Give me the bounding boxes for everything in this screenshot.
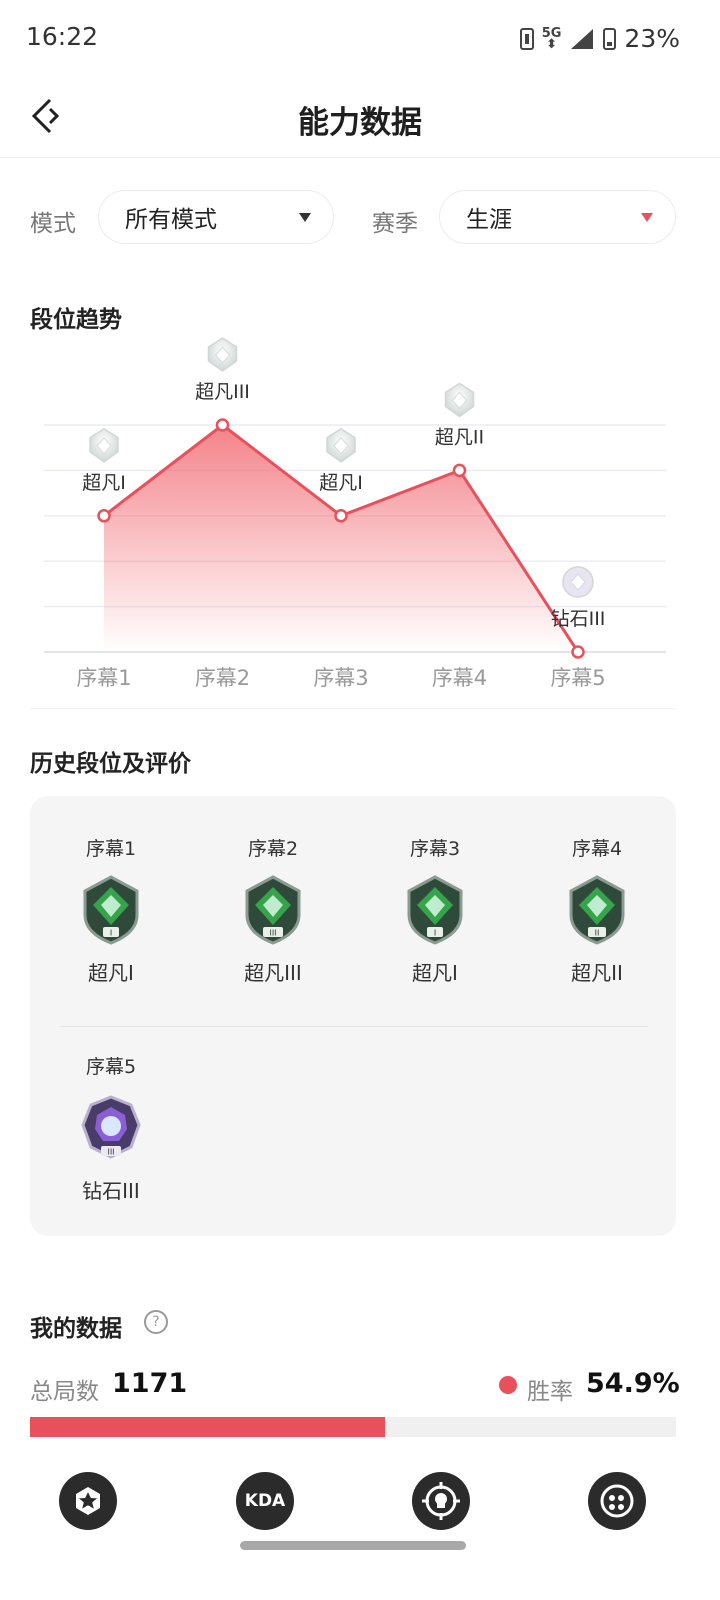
winrate-progress xyxy=(30,1417,676,1437)
circle-dots-icon xyxy=(600,1484,634,1518)
emblem-tier: I xyxy=(434,929,436,938)
sim-icon xyxy=(519,27,534,50)
history-item: 序幕4 II 超凡II xyxy=(542,834,652,986)
rank-badge-icon xyxy=(89,427,119,463)
card-divider xyxy=(60,1026,648,1027)
mode-value: 所有模式 xyxy=(125,207,217,233)
signal-icon xyxy=(571,28,594,49)
status-icons: 5G ⬍ 23% xyxy=(519,24,680,53)
season-value: 生涯 xyxy=(466,207,512,233)
emblem-tier: III xyxy=(269,929,276,938)
x-tick-label: 序幕1 xyxy=(76,666,131,690)
emblem-tier: II xyxy=(595,929,600,938)
total-games-value: 1171 xyxy=(112,1368,188,1399)
history-rank: 超凡I xyxy=(88,961,134,985)
history-item: 序幕1 I 超凡I xyxy=(56,834,166,986)
x-tick-label: 序幕5 xyxy=(550,666,605,690)
emblem-tier: III xyxy=(107,1148,114,1157)
home-indicator[interactable] xyxy=(240,1541,466,1550)
rank-label: 超凡I xyxy=(82,472,126,494)
rank-emblem-icon: III xyxy=(245,875,301,945)
x-tick-label: 序幕3 xyxy=(313,666,368,690)
season-select[interactable]: 生涯 xyxy=(439,190,676,244)
history-rank: 超凡I xyxy=(412,961,458,985)
history-season: 序幕1 xyxy=(85,838,137,860)
rank-badge-icon xyxy=(444,382,475,418)
target-skull-icon xyxy=(422,1482,460,1520)
network-icon: 5G ⬍ xyxy=(541,25,562,52)
history-rank: 超凡II xyxy=(571,961,623,985)
history-item: 序幕5 III 钻石III xyxy=(56,1052,166,1204)
help-icon[interactable]: ? xyxy=(144,1310,168,1334)
target-skull-nav-icon[interactable] xyxy=(412,1472,470,1530)
rank-emblem-icon: III xyxy=(81,1095,141,1159)
rank-badge-icon xyxy=(562,566,594,598)
rank-emblem-icon: I xyxy=(407,875,463,945)
x-tick-label: 序幕4 xyxy=(432,666,487,690)
winrate-value: 54.9% xyxy=(586,1368,680,1399)
trend-point xyxy=(571,645,585,659)
x-tick-label: 序幕2 xyxy=(195,666,250,690)
rank-trend-chart: 超凡I 超凡III 超凡I 超凡II 钻石III 序幕1 序幕2 序幕3 序幕4 序幕5 xyxy=(44,337,666,690)
header-divider xyxy=(0,157,720,158)
circle-dots-nav-icon[interactable] xyxy=(588,1472,646,1530)
trend-point xyxy=(97,509,111,523)
trend-point xyxy=(452,463,467,478)
history-rank: 钻石III xyxy=(82,1179,140,1203)
history-item: 序幕3 I 超凡I xyxy=(380,834,490,986)
status-time: 16:22 xyxy=(26,22,99,51)
rank-emblem-icon: II xyxy=(569,875,625,945)
history-title: 历史段位及评价 xyxy=(30,751,191,777)
emblem-tier: I xyxy=(110,929,112,938)
page-title: 能力数据 xyxy=(298,105,422,141)
history-rank: 超凡III xyxy=(244,961,302,985)
season-label: 赛季 xyxy=(372,211,418,237)
rank-label: 超凡III xyxy=(195,381,250,403)
battery-icon xyxy=(603,27,617,50)
chevron-down-icon xyxy=(641,212,653,222)
trend-point xyxy=(334,509,348,523)
trend-point xyxy=(215,418,230,432)
rank-badge-icon xyxy=(207,337,238,372)
rank-label: 超凡II xyxy=(435,426,484,448)
star-nav-icon[interactable] xyxy=(59,1472,117,1530)
winrate-label: 胜率 xyxy=(527,1379,573,1405)
rank-label: 钻石III xyxy=(551,608,606,630)
rank-label: 超凡I xyxy=(319,472,363,494)
trend-title: 段位趋势 xyxy=(30,307,122,333)
history-season: 序幕4 xyxy=(571,838,623,860)
history-season: 序幕2 xyxy=(247,838,299,860)
winrate-progress-fill xyxy=(30,1417,385,1437)
kda-nav-icon[interactable]: KDA xyxy=(236,1472,294,1530)
rank-badge-icon xyxy=(326,427,356,463)
history-season: 序幕3 xyxy=(409,838,461,860)
winrate-dot-icon xyxy=(499,1376,517,1394)
star-icon xyxy=(76,1487,100,1515)
chevron-down-icon xyxy=(299,212,311,222)
section-divider xyxy=(30,708,676,709)
my-data-title: 我的数据 xyxy=(30,1316,122,1342)
history-item: 序幕2 III 超凡III xyxy=(218,834,328,986)
mode-label: 模式 xyxy=(30,211,76,237)
history-season: 序幕5 xyxy=(85,1056,137,1078)
mode-select[interactable]: 所有模式 xyxy=(98,190,334,244)
battery-level: 23% xyxy=(624,24,680,53)
total-games-label: 总局数 xyxy=(30,1379,99,1405)
rank-emblem-icon: I xyxy=(83,875,139,945)
